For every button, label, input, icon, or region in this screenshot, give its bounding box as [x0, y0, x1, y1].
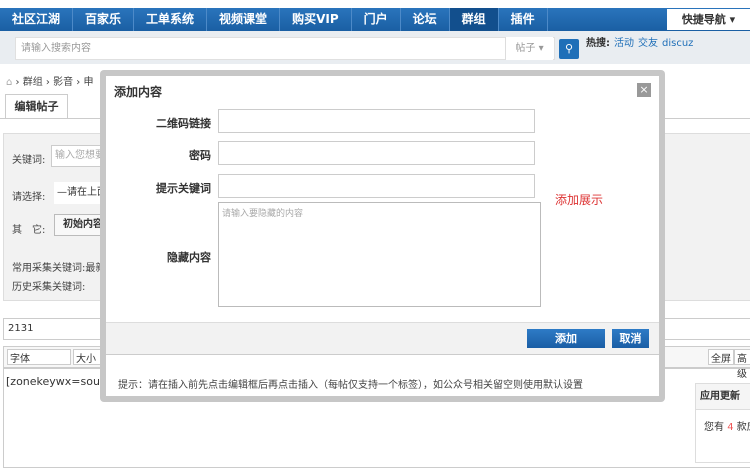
- password-label: 密码: [189, 149, 211, 162]
- hidden-content-textarea[interactable]: 请输入要隐藏的内容: [218, 202, 541, 307]
- nav-item[interactable]: 百家乐: [73, 8, 135, 31]
- history-keywords: 历史采集关键词:: [12, 282, 86, 293]
- hot-search: 热搜: 活动 交友 discuz: [586, 34, 693, 49]
- keyword-label: 关键词:: [12, 155, 46, 166]
- password-input[interactable]: [218, 141, 535, 165]
- nav-item[interactable]: 门户: [352, 8, 401, 31]
- nav-item[interactable]: 购买VIP: [280, 8, 352, 31]
- dialog-tip: 提示：请在插入前先点击编辑框后再点击插入（每帖仅支持一个标签），如公众号相关留空…: [118, 380, 583, 391]
- add-content-dialog: 添加内容 × 二维码链接 密码 提示关键词 添加展示 隐藏内容 请输入要隐藏的内…: [106, 76, 659, 396]
- search-bar: 请输入搜索内容 帖子 ▾ ⚲ 热搜: 活动 交友 discuz: [0, 31, 750, 64]
- nav-item-active[interactable]: 群组: [449, 8, 499, 31]
- hot-link[interactable]: 交友: [638, 38, 658, 49]
- update-count: 4: [727, 422, 734, 433]
- search-icon: ⚲: [564, 42, 574, 55]
- text: 您有: [704, 422, 724, 433]
- hot-link[interactable]: 活动: [614, 38, 634, 49]
- add-display-link[interactable]: 添加展示: [555, 191, 603, 208]
- tab-edit-post[interactable]: 编辑帖子: [5, 94, 68, 119]
- text: 款应: [736, 422, 750, 433]
- top-nav: 社区江湖 百家乐 工单系统 视频课堂 购买VIP 门户 论坛 群组 插件: [0, 8, 750, 31]
- app-update-box: 应用更新 您有 4 款应: [695, 383, 750, 463]
- search-button[interactable]: ⚲: [559, 39, 579, 59]
- fullscreen-button[interactable]: 全屏: [708, 349, 734, 365]
- cancel-button[interactable]: 取消: [612, 329, 649, 348]
- nav-item[interactable]: 社区江湖: [0, 8, 74, 31]
- close-icon[interactable]: ×: [637, 83, 651, 97]
- qr-link-label: 二维码链接: [156, 117, 211, 130]
- search-placeholder: 请输入搜索内容: [21, 43, 91, 54]
- crumb[interactable]: 申: [83, 77, 93, 88]
- nav-item[interactable]: 论坛: [401, 8, 450, 31]
- font-select[interactable]: 字体: [7, 349, 71, 365]
- hidden-content-label: 隐藏内容: [167, 251, 211, 264]
- hot-link[interactable]: discuz: [662, 38, 693, 49]
- other-label: 其 它:: [12, 225, 46, 236]
- nav-item[interactable]: 视频课堂: [207, 8, 281, 31]
- crumb[interactable]: 影音: [53, 77, 73, 88]
- common-keywords: 常用采集关键词:最新: [12, 263, 106, 274]
- select-label: 请选择:: [12, 192, 46, 203]
- nav-item[interactable]: 插件: [499, 8, 548, 31]
- home-icon[interactable]: ⌂: [6, 77, 12, 88]
- quick-nav-button[interactable]: 快捷导航 ▾: [667, 9, 750, 30]
- dialog-title: 添加内容: [114, 85, 163, 99]
- hot-label: 热搜:: [586, 38, 610, 49]
- qr-link-input[interactable]: [218, 109, 535, 133]
- search-type-select[interactable]: 帖子 ▾: [505, 37, 553, 60]
- app-update-title: 应用更新: [696, 384, 750, 410]
- advanced-button[interactable]: 高级: [734, 349, 750, 380]
- crumb[interactable]: 群组: [23, 77, 43, 88]
- app-update-text: 您有 4 款应: [696, 410, 750, 433]
- breadcrumb: ⌂ › 群组 › 影音 › 申: [6, 77, 94, 88]
- hint-keyword-label: 提示关键词: [156, 182, 211, 195]
- hint-keyword-input[interactable]: [218, 174, 535, 198]
- add-button[interactable]: 添加: [527, 329, 605, 348]
- search-input[interactable]: 请输入搜索内容: [15, 37, 555, 60]
- nav-item[interactable]: 工单系统: [134, 8, 208, 31]
